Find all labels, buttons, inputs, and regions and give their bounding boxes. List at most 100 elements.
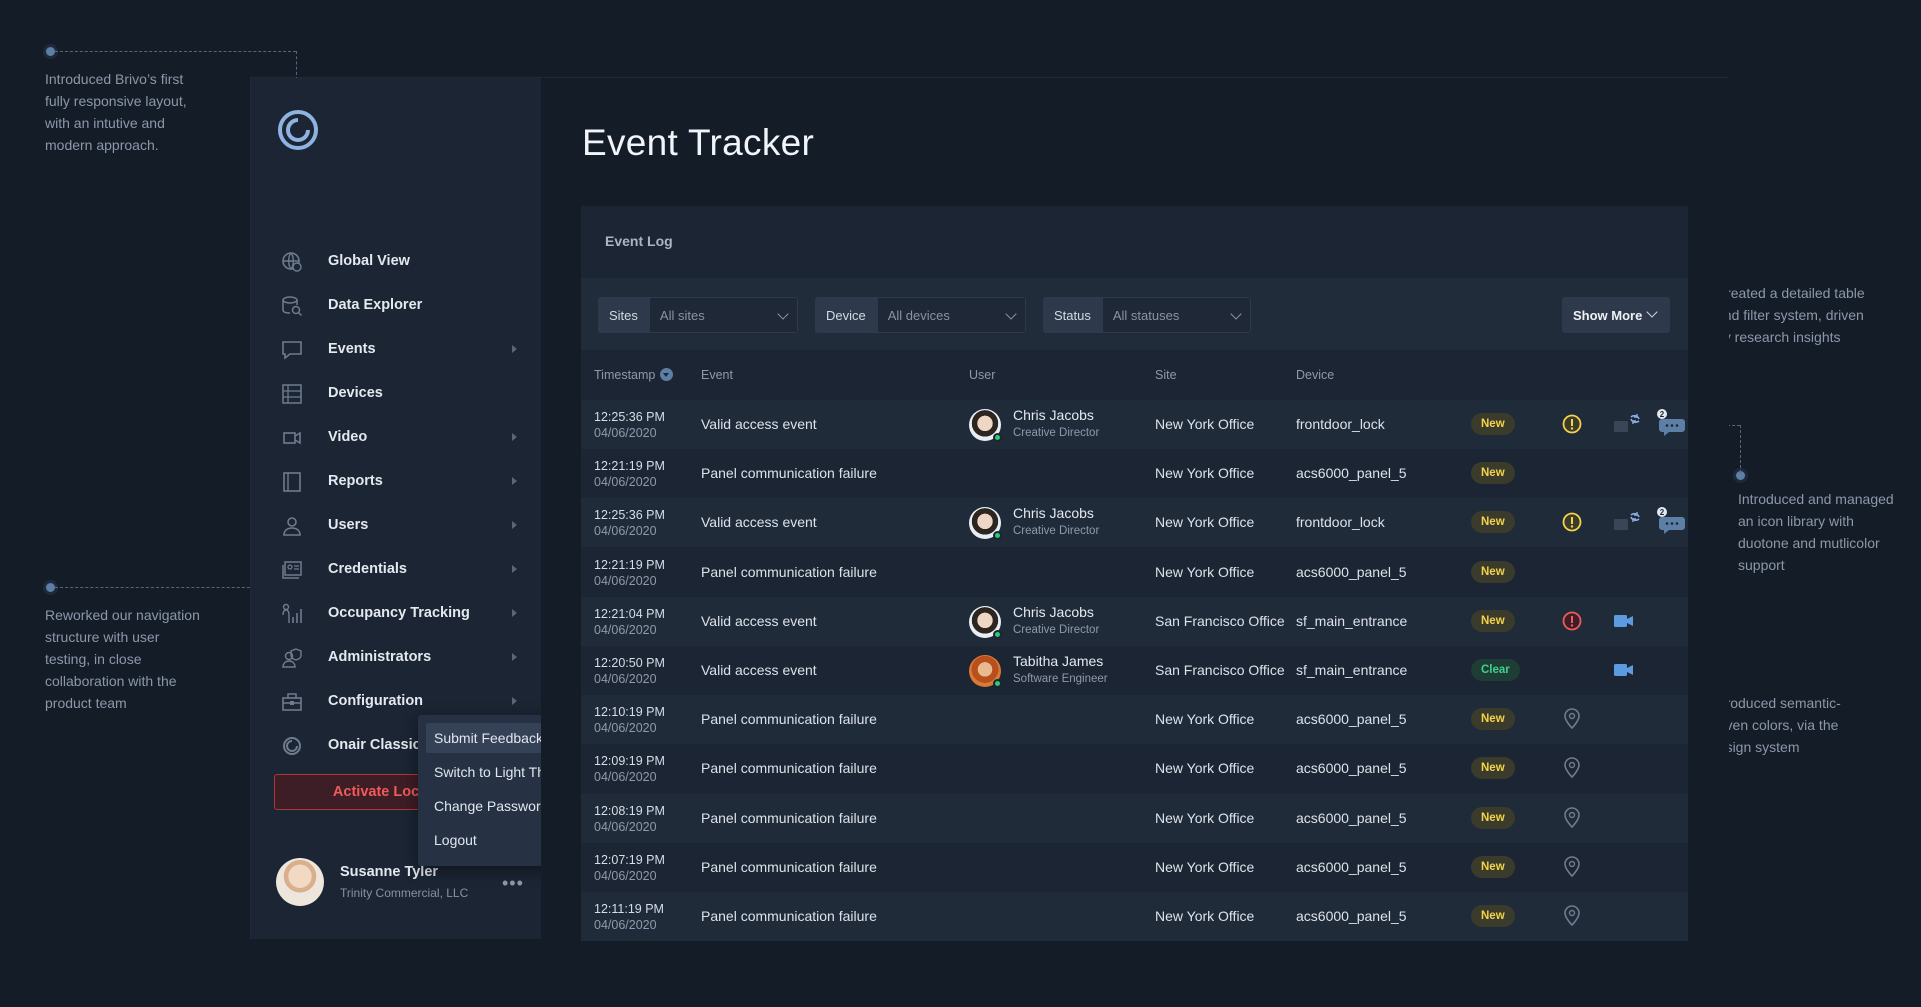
sync-device-icon[interactable] — [1613, 509, 1641, 533]
show-more-button[interactable]: Show More — [1562, 297, 1670, 333]
chevron-right-icon — [512, 609, 517, 617]
location-pin-icon[interactable] — [1562, 806, 1582, 830]
timestamp-cell: 12:11:19 PM 04/06/2020 — [594, 901, 664, 933]
table-row[interactable]: 12:25:36 PM 04/06/2020 Valid access event C… — [581, 400, 1688, 449]
event-cell: Panel communication failure — [701, 858, 877, 875]
location-pin-icon[interactable] — [1562, 904, 1582, 928]
status-badge: New — [1471, 708, 1515, 731]
timestamp-cell: 12:25:36 PM 04/06/2020 — [594, 409, 665, 441]
avatar[interactable] — [276, 858, 324, 906]
sidebar-item-label: Onair Classic — [328, 737, 421, 753]
table-row[interactable]: 12:09:19 PM 04/06/2020 Panel communication… — [581, 744, 1688, 794]
comments-icon[interactable]: 2 — [1656, 507, 1686, 535]
event-cell: Panel communication failure — [701, 908, 877, 924]
sync-device-icon[interactable] — [1613, 411, 1641, 435]
site-cell: San Francisco Office — [1155, 612, 1285, 629]
table-row[interactable]: 12:20:50 PM 04/06/2020 Valid access event T… — [581, 646, 1688, 695]
filter-device[interactable]: Device All devices — [815, 297, 1026, 333]
column-header-timestamp[interactable]: Timestamp — [594, 368, 674, 382]
alert-icon[interactable] — [1561, 413, 1583, 435]
alert-icon[interactable] — [1561, 511, 1583, 533]
filter-sites[interactable]: Sites All sites — [598, 297, 798, 333]
location-pin-icon[interactable] — [1562, 855, 1582, 879]
sidebar-item-label: Configuration — [328, 693, 424, 709]
sort-descending-icon[interactable] — [660, 368, 674, 381]
date: 04/06/2020 — [594, 426, 657, 440]
select-value: All statuses — [1112, 307, 1180, 323]
column-header-site[interactable]: Site — [1155, 368, 1177, 382]
status-badge: New — [1471, 757, 1515, 780]
date: 04/06/2020 — [594, 672, 657, 686]
status-badge: New — [1471, 905, 1515, 927]
sidebar-item-video[interactable]: Video — [251, 415, 541, 459]
filter-status[interactable]: Status All statuses — [1043, 297, 1251, 333]
online-status-icon — [993, 531, 1002, 541]
device-select[interactable]: All devices — [876, 297, 1026, 333]
user-role: Creative Director — [1013, 427, 1100, 439]
site-cell: New York Office — [1155, 858, 1255, 875]
chat-bubble-icon — [282, 341, 302, 360]
device-cell: acs6000_panel_5 — [1296, 809, 1407, 826]
status-badge: New — [1471, 560, 1515, 583]
column-header-device[interactable]: Device — [1296, 368, 1334, 382]
user-cell[interactable]: Chris Jacobs Creative Director — [969, 604, 1119, 640]
status-badge: New — [1471, 413, 1515, 435]
user-cell[interactable]: Tabitha James Software Engineer — [969, 653, 1119, 689]
site-cell: New York Office — [1155, 760, 1255, 777]
more-options-icon[interactable]: ••• — [502, 873, 524, 894]
profile-company: Trinity Commercial, LLC — [340, 886, 469, 900]
status-select[interactable]: All statuses — [1101, 297, 1251, 333]
location-pin-icon[interactable] — [1562, 756, 1582, 780]
video-camera-icon — [283, 431, 301, 445]
credentials-icon — [282, 561, 302, 579]
sidebar-item-occupancy-tracking[interactable]: Occupancy Tracking — [251, 591, 541, 635]
table-row[interactable]: 12:25:36 PM 04/06/2020 Valid access event C… — [581, 498, 1688, 548]
alert-icon[interactable] — [1561, 610, 1583, 632]
timestamp-cell: 12:09:19 PM 04/06/2020 — [594, 753, 665, 785]
comment-count: 2 — [1660, 410, 1665, 419]
occupancy-icon — [282, 603, 302, 623]
table-row[interactable]: 12:10:19 PM 04/06/2020 Panel communication… — [581, 695, 1688, 745]
event-cell: Valid access event — [701, 612, 817, 629]
brivo-logo[interactable] — [276, 108, 320, 152]
status-badge: Clear — [1471, 659, 1520, 681]
sidebar-item-administrators[interactable]: Administrators — [251, 635, 541, 679]
sidebar-item-users[interactable]: Users — [251, 503, 541, 547]
event-log-panel: Event Log Sites All sites Device All dev… — [581, 206, 1688, 941]
column-header-event[interactable]: Event — [701, 368, 733, 382]
online-status-icon — [993, 679, 1002, 688]
sidebar-item-reports[interactable]: Reports — [251, 459, 541, 503]
sidebar-item-data-explorer[interactable]: Data Explorer — [251, 283, 541, 327]
table-row[interactable]: 12:07:19 PM 04/06/2020 Panel communication… — [581, 842, 1688, 892]
user-cell[interactable]: Chris Jacobs Creative Director — [969, 407, 1119, 443]
video-camera-icon[interactable] — [1613, 661, 1635, 679]
panel-title: Event Log — [605, 233, 673, 249]
date: 04/06/2020 — [594, 475, 657, 490]
location-pin-icon[interactable] — [1562, 707, 1582, 731]
table-row[interactable]: 12:11:19 PM 04/06/2020 Panel communication… — [581, 892, 1688, 941]
user-role: Creative Director — [1013, 623, 1100, 636]
sidebar-item-credentials[interactable]: Credentials — [251, 547, 541, 591]
sidebar-item-global-view[interactable]: Global View — [251, 239, 541, 283]
annotation-icons: Introduced and managed an icon library w… — [1738, 491, 1894, 573]
device-cell: frontdoor_lock — [1296, 416, 1385, 432]
video-camera-icon[interactable] — [1613, 612, 1635, 630]
user-name: Chris Jacobs — [1013, 407, 1094, 423]
event-cell: Panel communication failure — [701, 760, 877, 777]
column-header-user[interactable]: User — [969, 368, 995, 382]
chevron-down-icon — [1005, 308, 1017, 320]
user-cell[interactable]: Chris Jacobs Creative Director — [969, 505, 1119, 541]
admin-icon — [282, 648, 302, 668]
sidebar-item-devices[interactable]: Devices — [251, 371, 541, 415]
site-cell: New York Office — [1155, 514, 1255, 531]
table-row[interactable]: 12:08:19 PM 04/06/2020 Panel communication… — [581, 793, 1688, 843]
date: 04/06/2020 — [594, 524, 657, 539]
comments-icon[interactable]: 2 — [1656, 409, 1686, 437]
table-row[interactable]: 12:21:19 PM 04/06/2020 Panel communication… — [581, 547, 1688, 597]
status-badge: New — [1471, 806, 1515, 829]
table-row[interactable]: 12:21:04 PM 04/06/2020 Valid access event C… — [581, 596, 1688, 646]
sites-select[interactable]: All sites — [648, 297, 798, 333]
sidebar-item-events[interactable]: Events — [251, 327, 541, 371]
chevron-down-icon — [1230, 308, 1242, 320]
table-row[interactable]: 12:21:19 PM 04/06/2020 Panel communication… — [581, 449, 1688, 499]
